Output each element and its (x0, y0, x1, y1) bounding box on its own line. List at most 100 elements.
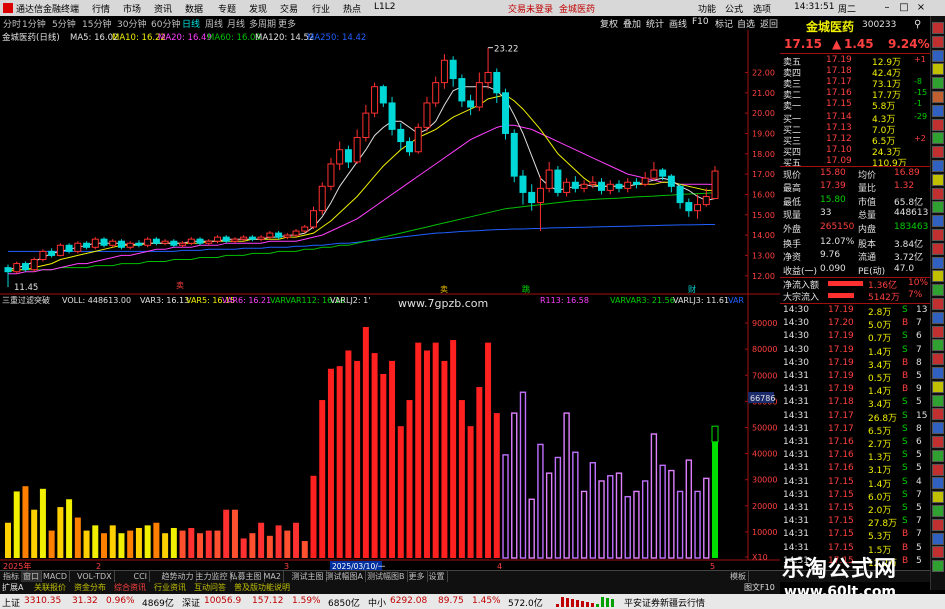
sidebar-tool-icon[interactable] (932, 298, 944, 310)
menu-shuju[interactable]: 数据 (185, 2, 203, 15)
sidebar-tool-icon[interactable] (932, 132, 944, 145)
sidebar-tool-icon[interactable] (932, 187, 944, 200)
period-15min[interactable]: 15分钟 (82, 17, 111, 30)
indicator-tab[interactable]: MACD (41, 571, 70, 582)
sidebar-tool-icon[interactable] (932, 408, 944, 421)
indicator-tab[interactable]: 更多 (407, 571, 428, 582)
sidebar-tool-icon[interactable] (932, 463, 944, 476)
sidebar-tool-icon[interactable] (932, 532, 944, 545)
sidebar-tool-icon[interactable] (932, 173, 944, 186)
sidebar-tool-icon[interactable] (932, 270, 944, 283)
sidebar-tool-icon[interactable] (932, 146, 944, 159)
sidebar-tool-icon[interactable] (932, 449, 944, 462)
menu-gongneng[interactable]: 功能 (698, 2, 716, 15)
menu-xuanxiang[interactable]: 选项 (753, 2, 771, 15)
link-item[interactable]: 资金分布 (74, 582, 106, 593)
menu-zhuanti[interactable]: 专题 (218, 2, 236, 15)
sidebar-tool-icon[interactable] (932, 367, 944, 379)
sidebar-tool-icon[interactable] (932, 477, 944, 490)
sidebar-tool-icon[interactable] (932, 215, 944, 228)
tool-diejia[interactable]: 叠加 (623, 17, 641, 30)
kline-chart[interactable]: 金城医药(日线) MA5: 16.02 MA10: 16.22 MA20: 16… (0, 30, 780, 570)
minimize-icon[interactable]: – (880, 1, 894, 14)
sidebar-tool-icon[interactable] (932, 118, 944, 131)
tool-f10[interactable]: F10 (692, 17, 709, 27)
indicator-tab[interactable]: 测试幅图B (365, 571, 408, 582)
index-name[interactable]: 上证 (2, 596, 20, 609)
sidebar-tool-icon[interactable] (932, 325, 944, 338)
indicator-tab[interactable]: CCI (132, 571, 151, 582)
sidebar-tool-icon[interactable] (932, 77, 944, 90)
indicator-tab[interactable]: VOL-TDX (75, 571, 115, 582)
indicator-tab[interactable]: 私募主图 (228, 571, 265, 582)
period-30min[interactable]: 30分钟 (117, 17, 146, 30)
sidebar-tool-icon[interactable] (932, 311, 944, 324)
tool-fanhui[interactable]: 返回 (760, 17, 778, 30)
close-icon[interactable]: × (914, 1, 928, 14)
sidebar-tool-icon[interactable] (932, 394, 944, 407)
link-item[interactable]: 互动问答 (194, 582, 226, 593)
sidebar-tool-icon[interactable] (932, 22, 944, 34)
level-code[interactable]: L1L2 (374, 2, 395, 12)
link-item[interactable]: 普及版功能说明 (234, 582, 290, 593)
template-tab[interactable]: 模板 (728, 571, 749, 582)
indicator-tab[interactable]: 测试幅图A (324, 571, 366, 582)
menu-redian[interactable]: 热点 (343, 2, 361, 15)
sidebar-tool-icon[interactable] (932, 505, 944, 517)
menu-jiaoyi[interactable]: 交易 (280, 2, 298, 15)
index-name[interactable]: 深证 (182, 596, 200, 609)
period-more[interactable]: 更多 (278, 17, 296, 30)
sidebar-tool-icon[interactable] (932, 104, 944, 117)
indicator-tab[interactable]: 趋势动力 (160, 571, 197, 582)
menu-faxian[interactable]: 发现 (249, 2, 267, 15)
tool-zixuan[interactable]: 自选 (737, 17, 755, 30)
link-item[interactable]: 关联报价 (34, 582, 66, 593)
index-name[interactable]: 中小 (368, 596, 386, 609)
f10-link[interactable]: 图文F10 (744, 582, 775, 593)
tool-tongji[interactable]: 统计 (646, 17, 664, 30)
sidebar-tool-icon[interactable] (932, 35, 944, 48)
indicator-tab[interactable]: 窗口 (21, 571, 42, 582)
link-item[interactable]: 扩展A (2, 582, 23, 593)
trade-login-status[interactable]: 交易未登录 (508, 2, 553, 15)
menu-hangqing[interactable]: 行情 (92, 2, 110, 15)
indicator-tab[interactable]: 指标 (1, 571, 22, 582)
menu-gongshi[interactable]: 公式 (725, 2, 743, 15)
sidebar-tool-icon[interactable] (932, 560, 944, 573)
sidebar-tool-icon[interactable] (932, 422, 944, 435)
sidebar-tool-icon[interactable] (932, 436, 944, 448)
tool-biaoji[interactable]: 标记 (715, 17, 733, 30)
sidebar-tool-icon[interactable] (932, 546, 944, 559)
menu-shichang[interactable]: 市场 (123, 2, 141, 15)
period-60min[interactable]: 60分钟 (151, 17, 180, 30)
sidebar-tool-icon[interactable] (932, 242, 944, 255)
sidebar-tool-icon[interactable] (932, 201, 944, 214)
search-icon[interactable]: ⚲ (914, 19, 921, 30)
sidebar-tool-icon[interactable] (932, 49, 944, 62)
sidebar-tool-icon[interactable] (932, 339, 944, 352)
sidebar-tool-icon[interactable] (932, 160, 944, 172)
sidebar-tool-icon[interactable] (932, 491, 944, 504)
sidebar-tool-icon[interactable] (932, 380, 944, 393)
period-daily[interactable]: 日线 (182, 17, 200, 30)
indicator-tab[interactable]: 设置 (427, 571, 448, 582)
period-5min[interactable]: 5分钟 (52, 17, 76, 30)
link-item[interactable]: 综合资讯 (114, 582, 146, 593)
period-fenshi[interactable]: 分时 (3, 17, 21, 30)
tool-fuquan[interactable]: 复权 (600, 17, 618, 30)
sidebar-tool-icon[interactable] (932, 63, 944, 76)
tool-huaxian[interactable]: 画线 (669, 17, 687, 30)
sidebar-tool-icon[interactable] (932, 518, 944, 531)
period-monthly[interactable]: 月线 (227, 17, 245, 30)
period-1min[interactable]: 1分钟 (22, 17, 46, 30)
maximize-icon[interactable]: □ (897, 1, 911, 14)
period-weekly[interactable]: 周线 (205, 17, 223, 30)
sidebar-tool-icon[interactable] (932, 91, 944, 103)
menu-hangye[interactable]: 行业 (312, 2, 330, 15)
period-multi[interactable]: 多周期 (249, 17, 276, 30)
sidebar-tool-icon[interactable] (932, 353, 944, 366)
sidebar-tool-icon[interactable] (932, 256, 944, 269)
indicator-tab[interactable]: MA2 (262, 571, 284, 582)
sidebar-tool-icon[interactable] (932, 284, 944, 297)
indicator-tab[interactable]: 测试主图 (290, 571, 327, 582)
